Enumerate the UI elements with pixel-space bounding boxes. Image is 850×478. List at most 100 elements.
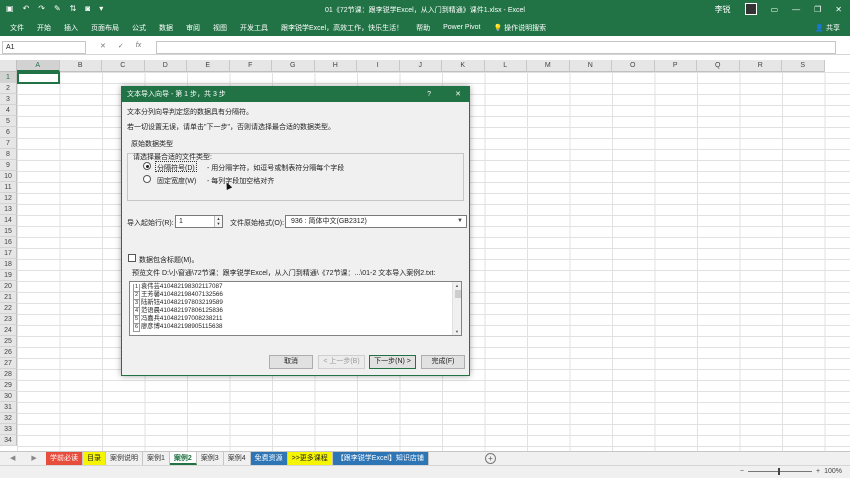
row-header[interactable]: 23	[0, 314, 17, 325]
chevron-down-icon[interactable]: ▼	[457, 216, 463, 227]
add-sheet-button[interactable]: +	[485, 453, 496, 464]
sheet-tab[interactable]: 案例说明	[106, 452, 143, 465]
row-header[interactable]: 30	[0, 391, 17, 402]
row-header[interactable]: 6	[0, 127, 17, 138]
row-header[interactable]: 1	[0, 72, 17, 83]
row-header[interactable]: 11	[0, 182, 17, 193]
row-header[interactable]: 31	[0, 402, 17, 413]
sheet-tab[interactable]: 案例4	[224, 452, 251, 465]
column-header[interactable]: L	[484, 60, 527, 72]
fixed-width-label[interactable]: 固定宽度(W)	[157, 176, 196, 186]
column-header[interactable]: R	[739, 60, 782, 72]
selected-cell[interactable]	[17, 72, 60, 84]
column-header[interactable]: S	[782, 60, 825, 72]
row-header[interactable]: 2	[0, 83, 17, 94]
delimited-radio[interactable]	[143, 162, 151, 170]
sheet-next-icon[interactable]: ▶	[31, 454, 36, 462]
formula-input[interactable]	[156, 41, 836, 54]
row-header[interactable]: 14	[0, 215, 17, 226]
minimize-icon[interactable]: —	[792, 5, 800, 14]
cancel-button[interactable]: 取消	[269, 355, 313, 369]
tab-view[interactable]: 视图	[213, 23, 227, 33]
insert-function-icon[interactable]: fx	[136, 42, 141, 50]
column-header[interactable]: Q	[697, 60, 740, 72]
back-button[interactable]: < 上一步(B)	[318, 355, 365, 369]
sheet-tab[interactable]: 案例2	[169, 452, 197, 465]
zoom-level[interactable]: 100%	[824, 468, 842, 475]
row-header[interactable]: 13	[0, 204, 17, 215]
enter-icon[interactable]: ✓	[118, 42, 124, 50]
sheet-tab[interactable]: 案例3	[197, 452, 224, 465]
column-header[interactable]: C	[102, 60, 145, 72]
cancel-icon[interactable]: ✕	[100, 42, 106, 50]
row-header[interactable]: 22	[0, 303, 17, 314]
column-header[interactable]: I	[357, 60, 400, 72]
user-name[interactable]: 李锐	[715, 4, 731, 15]
row-header[interactable]: 19	[0, 270, 17, 281]
row-header[interactable]: 20	[0, 281, 17, 292]
row-header[interactable]: 24	[0, 325, 17, 336]
row-header[interactable]: 7	[0, 138, 17, 149]
tab-insert[interactable]: 插入	[64, 23, 78, 33]
dialog-close-icon[interactable]: ✕	[455, 87, 461, 102]
sheet-tab[interactable]: 【跟李锐学Excel】知识店铺	[332, 452, 429, 465]
scroll-up-icon[interactable]: ▲	[455, 283, 459, 288]
column-header[interactable]: A	[17, 60, 60, 72]
zoom-in-icon[interactable]: +	[816, 468, 820, 475]
sheet-tab[interactable]: >>更多课程	[287, 452, 333, 465]
sheet-tab[interactable]: 免费资源	[250, 452, 288, 465]
column-header[interactable]: J	[399, 60, 442, 72]
zoom-out-icon[interactable]: −	[740, 468, 744, 475]
tell-me-search[interactable]: 💡 操作说明搜索	[493, 23, 546, 33]
row-header[interactable]: 21	[0, 292, 17, 303]
tab-custom[interactable]: 跟李锐学Excel，高效工作，快乐生活！	[281, 23, 403, 33]
row-header[interactable]: 16	[0, 237, 17, 248]
column-header[interactable]: K	[442, 60, 485, 72]
tab-file[interactable]: 文件	[10, 23, 24, 33]
sheet-tab[interactable]: 学前必读	[46, 452, 83, 465]
column-header[interactable]: H	[314, 60, 357, 72]
maximize-icon[interactable]: ❐	[814, 5, 821, 14]
column-header[interactable]: B	[59, 60, 102, 72]
row-header[interactable]: 8	[0, 149, 17, 160]
tab-power-pivot[interactable]: Power Pivot	[443, 24, 480, 31]
next-button[interactable]: 下一步(N) >	[369, 355, 416, 369]
column-header[interactable]: D	[144, 60, 187, 72]
row-header[interactable]: 26	[0, 347, 17, 358]
tab-formulas[interactable]: 公式	[132, 23, 146, 33]
fixed-width-radio[interactable]	[143, 175, 151, 183]
header-checkbox[interactable]	[128, 254, 136, 262]
preview-box[interactable]: 1 袁伟芸410482198302117087 2 王芳馨4104821984071…	[129, 281, 462, 336]
sheet-tab[interactable]: 目录	[83, 452, 106, 465]
column-header[interactable]: F	[229, 60, 272, 72]
start-row-value[interactable]: 1	[179, 218, 183, 225]
column-header[interactable]: N	[569, 60, 612, 72]
zoom-slider[interactable]	[748, 468, 812, 475]
tab-page-layout[interactable]: 页面布局	[91, 23, 119, 33]
row-header[interactable]: 34	[0, 435, 17, 446]
ribbon-display-options-icon[interactable]: ▭	[771, 5, 779, 14]
scroll-thumb[interactable]	[455, 290, 461, 298]
row-header[interactable]: 27	[0, 358, 17, 369]
name-box[interactable]: A1	[2, 41, 86, 54]
row-header[interactable]: 9	[0, 160, 17, 171]
preview-scrollbar[interactable]: ▲ ▼	[452, 282, 461, 335]
avatar[interactable]	[744, 3, 757, 15]
row-header[interactable]: 17	[0, 248, 17, 259]
column-header[interactable]: O	[612, 60, 655, 72]
scroll-down-icon[interactable]: ▼	[455, 329, 459, 334]
row-header[interactable]: 28	[0, 369, 17, 380]
start-row-stepper[interactable]: 1 ▲ ▼	[175, 215, 223, 228]
close-window-icon[interactable]: ✕	[835, 5, 842, 14]
column-header[interactable]: G	[272, 60, 315, 72]
stepper-arrows-icon[interactable]: ▲ ▼	[214, 216, 222, 227]
row-header[interactable]: 10	[0, 171, 17, 182]
row-header[interactable]: 15	[0, 226, 17, 237]
header-checkbox-label[interactable]: 数据包含标题(M)。	[139, 255, 199, 265]
sheet-prev-icon[interactable]: ◀	[10, 454, 15, 462]
select-all-corner[interactable]	[0, 60, 17, 72]
finish-button[interactable]: 完成(F)	[421, 355, 465, 369]
column-header[interactable]: M	[527, 60, 570, 72]
row-header[interactable]: 3	[0, 94, 17, 105]
help-icon[interactable]: ?	[427, 87, 431, 102]
